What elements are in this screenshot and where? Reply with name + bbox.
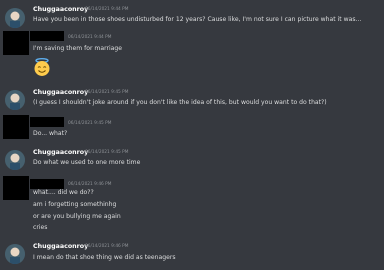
message-text: I'm saving them for marriage [33,45,123,52]
message-text: or are you bullying me again [33,213,121,220]
author-name[interactable]: Chuggaaconroy [33,243,88,251]
innocent-face-icon [34,58,50,76]
redacted-avatar [3,176,29,200]
message-text: Have you been in those shoes undisturbed… [33,16,362,23]
timestamp: 06/14/2021 9:44 PM [85,7,129,12]
timestamp: 06/14/2021 9:45 PM [85,150,129,155]
timestamp: 06/14/2021 9:46 PM [85,244,129,249]
user-avatar-icon [5,150,25,170]
message-text: cries [33,224,48,231]
message-text: (I guess I shouldn't joke around if you … [33,99,327,106]
redacted-avatar [3,31,29,55]
message-text: Do what we used to one more time [33,159,141,166]
timestamp: 06/14/2021 9:44 PM [68,35,112,40]
redacted-author-name [30,31,64,41]
message-text: Do... what? [33,130,68,137]
avatar[interactable] [5,150,25,170]
timestamp: 06/14/2021 9:46 PM [68,182,112,187]
avatar[interactable] [5,90,25,110]
chat-log: Chuggaaconroy 06/14/2021 9:44 PM Have yo… [0,0,384,270]
redacted-avatar [3,115,29,139]
redacted-author-name [30,117,64,127]
message-text: am i forgetting somethinhg [33,201,117,208]
timestamp: 06/14/2021 9:45 PM [68,121,112,126]
user-avatar-icon [5,244,25,264]
message-text: I mean do that shoe thing we did as teen… [33,254,176,261]
user-avatar-icon [5,90,25,110]
message-text: what.... did we do?? [33,189,94,196]
redacted-author-name [30,179,64,189]
avatar[interactable] [5,244,25,264]
author-name[interactable]: Chuggaaconroy [33,89,88,97]
author-name[interactable]: Chuggaaconroy [33,6,88,14]
avatar[interactable] [5,8,25,28]
author-name[interactable]: Chuggaaconroy [33,149,88,157]
timestamp: 06/14/2021 9:45 PM [85,90,129,95]
user-avatar-icon [5,8,25,28]
